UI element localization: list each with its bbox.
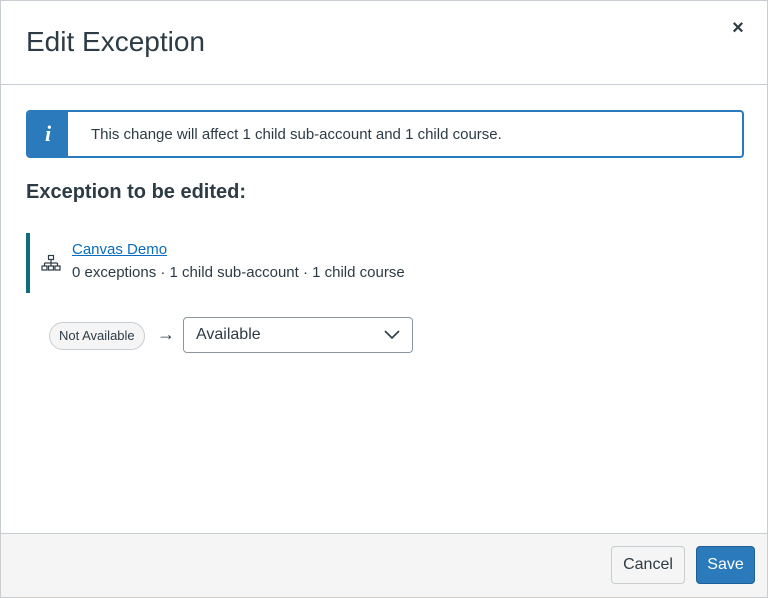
section-title: Exception to be edited: xyxy=(26,181,247,203)
info-icon: i xyxy=(44,121,52,146)
current-status-pill: Not Available xyxy=(49,322,145,350)
account-link[interactable]: Canvas Demo xyxy=(72,241,167,258)
close-icon[interactable]: × xyxy=(727,17,749,39)
org-chart-icon xyxy=(41,254,61,271)
cancel-button[interactable]: Cancel xyxy=(611,546,685,584)
dialog-footer: Cancel Save xyxy=(1,533,767,597)
info-icon-box: i xyxy=(28,112,68,156)
arrow-right-icon: → xyxy=(157,324,175,344)
save-button[interactable]: Save xyxy=(696,546,755,584)
alert-message: This change will affect 1 child sub-acco… xyxy=(91,125,502,143)
status-select-value: Available xyxy=(196,326,261,343)
chevron-down-icon xyxy=(384,330,400,340)
account-row: Canvas Demo 0 exceptions · 1 child sub-a… xyxy=(26,233,450,293)
info-alert: i This change will affect 1 child sub-ac… xyxy=(26,110,744,158)
account-meta: 0 exceptions · 1 child sub-account · 1 c… xyxy=(72,264,405,281)
dialog-header: Edit Exception × xyxy=(1,1,767,85)
edit-exception-dialog: Edit Exception × i This change will affe… xyxy=(0,0,768,598)
dialog-title: Edit Exception xyxy=(26,26,205,57)
status-select[interactable]: Available xyxy=(183,317,413,353)
